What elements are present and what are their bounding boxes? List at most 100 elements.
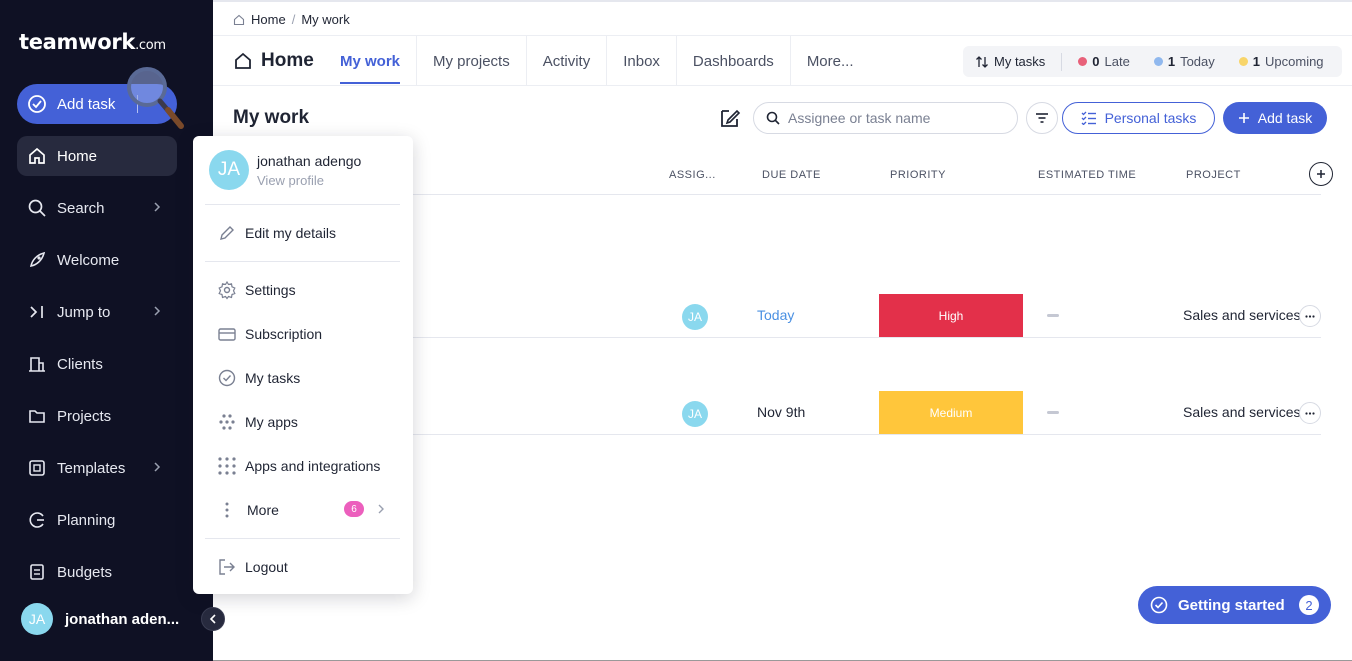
- task-counts-bar: My tasks 0 Late 1 Today 1 Upcoming: [963, 46, 1342, 77]
- page-title: My work: [233, 107, 310, 128]
- sidebar-item-projects[interactable]: Projects: [17, 396, 177, 436]
- project-name[interactable]: Sales and services: [1183, 307, 1301, 323]
- search-input[interactable]: [788, 110, 1008, 126]
- menu-item-label: My tasks: [245, 370, 301, 386]
- pencil-icon: [220, 226, 234, 240]
- due-date[interactable]: Nov 9th: [757, 404, 805, 420]
- add-task-label: Add task: [1257, 110, 1313, 126]
- column-due-date[interactable]: DUE DATE: [762, 169, 821, 181]
- menu-item-logout[interactable]: Logout: [217, 557, 397, 577]
- menu-item-settings[interactable]: Settings: [217, 280, 397, 300]
- chevron-right-icon: [378, 504, 384, 514]
- add-column-button[interactable]: [1309, 162, 1333, 186]
- sidebar-item-search[interactable]: Search: [17, 188, 177, 228]
- tab-dashboards[interactable]: Dashboards: [675, 36, 790, 86]
- assignee-avatar[interactable]: JA: [682, 401, 708, 427]
- user-name: jonathan aden...: [65, 610, 180, 628]
- getting-started-button[interactable]: Getting started 2: [1138, 586, 1331, 624]
- collapse-sidebar-button[interactable]: [201, 607, 225, 631]
- column-priority[interactable]: PRIORITY: [890, 169, 946, 181]
- check-circle-icon: [218, 369, 236, 387]
- priority-badge[interactable]: High: [879, 294, 1023, 337]
- apps-dots-icon: [219, 414, 235, 430]
- my-tasks-label: My tasks: [994, 54, 1046, 69]
- late-count[interactable]: 0 Late: [1070, 54, 1138, 69]
- sidebar-item-label: Search: [57, 199, 105, 217]
- upcoming-dot: [1238, 57, 1248, 66]
- breadcrumb-home[interactable]: Home: [251, 12, 286, 27]
- tab-more[interactable]: More...: [789, 36, 870, 86]
- sidebar-user[interactable]: JA jonathan aden...: [21, 603, 179, 635]
- priority-badge[interactable]: Medium: [879, 391, 1023, 434]
- tab-my-projects[interactable]: My projects: [416, 36, 526, 86]
- filter-button[interactable]: [1026, 102, 1058, 134]
- edit-note-icon[interactable]: [718, 106, 742, 130]
- column-project[interactable]: PROJECT: [1186, 169, 1241, 181]
- sidebar-item-home[interactable]: Home: [17, 136, 177, 176]
- top-navigation: Home My work My projects Activity Inbox …: [213, 35, 1352, 86]
- add-task-label: Add task: [57, 95, 116, 113]
- estimated-time-empty[interactable]: [1047, 314, 1059, 317]
- sidebar-item-label: Welcome: [57, 251, 120, 269]
- menu-item-edit-details[interactable]: Edit my details: [217, 223, 397, 243]
- sidebar-item-templates[interactable]: Templates: [17, 448, 177, 488]
- templates-icon: [29, 460, 45, 476]
- breadcrumb-current: My work: [301, 12, 350, 27]
- sidebar-item-clients[interactable]: Clients: [17, 344, 177, 384]
- tab-my-work[interactable]: My work: [324, 36, 416, 86]
- column-estimated-time[interactable]: ESTIMATED TIME: [1038, 169, 1136, 181]
- sidebar-item-welcome[interactable]: Welcome: [17, 240, 177, 280]
- avatar: JA: [21, 603, 53, 635]
- row-more-button[interactable]: [1299, 305, 1321, 327]
- home-icon: [29, 147, 45, 164]
- assignee-avatar[interactable]: JA: [682, 304, 708, 330]
- sidebar-item-label: Projects: [57, 407, 112, 425]
- column-assignee[interactable]: ASSIG...: [669, 169, 716, 181]
- divider: [205, 261, 400, 262]
- view-profile-link[interactable]: View profile: [257, 173, 361, 188]
- upcoming-label: Upcoming: [1265, 54, 1324, 69]
- tab-activity[interactable]: Activity: [525, 36, 607, 86]
- sidebar: teamwork.com Add task Home Search Welcom…: [0, 0, 213, 661]
- menu-item-label: Logout: [245, 559, 288, 575]
- tab-bar: My work My projects Activity Inbox Dashb…: [324, 36, 870, 86]
- chevron-right-icon: [154, 202, 161, 212]
- personal-tasks-button[interactable]: Personal tasks: [1062, 102, 1215, 134]
- grid-dots-icon: [218, 457, 236, 475]
- add-task-button[interactable]: Add task: [1223, 102, 1327, 134]
- tab-inbox[interactable]: Inbox: [606, 36, 676, 86]
- row-more-button[interactable]: [1299, 402, 1321, 424]
- breadcrumb: Home / My work: [233, 12, 350, 27]
- check-circle-icon: [28, 95, 46, 113]
- menu-item-apps-integrations[interactable]: Apps and integrations: [217, 456, 397, 476]
- more-count-badge: 6: [344, 501, 364, 517]
- divider: [205, 538, 400, 539]
- search-icon: [28, 199, 46, 217]
- gear-icon: [218, 280, 236, 300]
- logout-icon: [219, 559, 235, 575]
- menu-item-my-apps[interactable]: My apps: [217, 412, 397, 432]
- sidebar-item-jump-to[interactable]: Jump to: [17, 292, 177, 332]
- menu-item-more[interactable]: More 6: [217, 500, 397, 520]
- today-label: Today: [1180, 54, 1215, 69]
- sidebar-item-label: Budgets: [57, 563, 113, 581]
- building-icon: [29, 357, 45, 372]
- home-title-label: Home: [261, 50, 314, 71]
- due-date[interactable]: Today: [757, 307, 794, 323]
- task-search[interactable]: [753, 102, 1018, 134]
- menu-item-my-tasks[interactable]: My tasks: [217, 368, 397, 388]
- estimated-time-empty[interactable]: [1047, 411, 1059, 414]
- ellipsis-icon: [1305, 314, 1315, 318]
- sidebar-item-planning[interactable]: Planning: [17, 500, 177, 540]
- project-name[interactable]: Sales and services: [1183, 404, 1301, 420]
- sidebar-item-budgets[interactable]: Budgets: [17, 552, 177, 592]
- menu-item-subscription[interactable]: Subscription: [217, 324, 397, 344]
- menu-item-label: More: [247, 502, 279, 518]
- upcoming-count[interactable]: 1 Upcoming: [1231, 54, 1332, 69]
- my-tasks-sort-button[interactable]: My tasks: [973, 54, 1053, 69]
- teamwork-logo[interactable]: teamwork.com: [19, 30, 166, 54]
- profile-dropdown-menu: JA jonathan adengo View profile Edit my …: [193, 136, 413, 594]
- today-count[interactable]: 1 Today: [1146, 54, 1223, 69]
- profile-header[interactable]: JA jonathan adengo View profile: [209, 150, 361, 190]
- personal-tasks-label: Personal tasks: [1104, 110, 1197, 126]
